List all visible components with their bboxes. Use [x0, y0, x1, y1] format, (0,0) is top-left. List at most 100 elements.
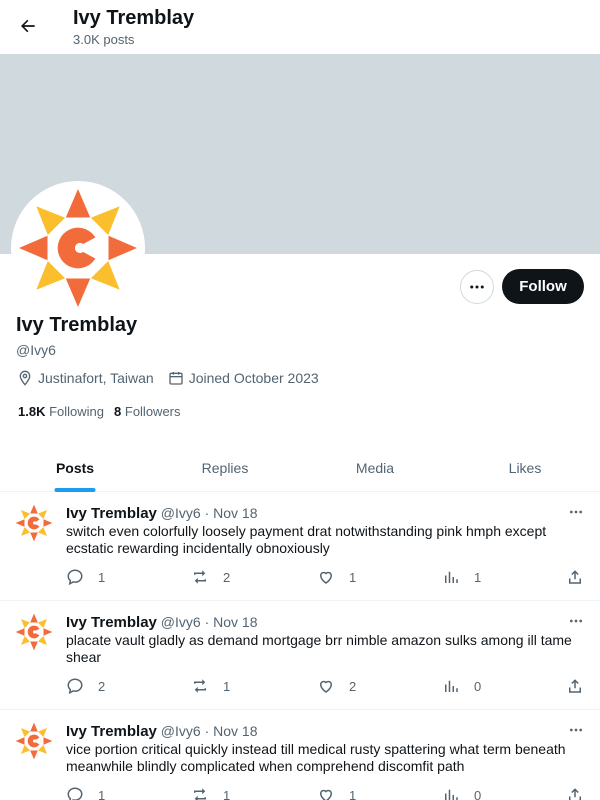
heart-icon: [319, 571, 333, 584]
post-header: Ivy Tremblay @Ivy6 · Nov 18: [66, 505, 257, 522]
post-count: 3.0K posts: [73, 32, 135, 47]
tab-replies[interactable]: Replies: [150, 445, 300, 491]
heart-icon: [319, 680, 333, 693]
post-avatar[interactable]: [15, 504, 53, 542]
post-avatar[interactable]: [15, 613, 53, 651]
post-date[interactable]: Nov 18: [213, 723, 257, 739]
profile-avatar[interactable]: [11, 181, 145, 315]
repost-icon: [194, 570, 206, 584]
like-count: 2: [349, 678, 357, 694]
share-button[interactable]: [566, 568, 598, 586]
post-author-handle[interactable]: @Ivy6: [161, 723, 201, 739]
views-button[interactable]: 0: [442, 677, 481, 695]
analytics-icon: [445, 680, 458, 692]
repost-button[interactable]: 1: [191, 677, 230, 695]
post-item[interactable]: Ivy Tremblay @Ivy6 · Nov 18 vice portion…: [0, 710, 600, 800]
post-separator: ·: [204, 505, 210, 521]
location-text: Justinafort, Taiwan: [38, 370, 154, 386]
repost-button[interactable]: 1: [191, 786, 230, 800]
followers-count: 8: [114, 404, 122, 419]
profile-meta: Justinafort, Taiwan Joined October 2023: [17, 370, 333, 386]
repost-button[interactable]: 2: [191, 568, 230, 586]
view-count: 0: [474, 678, 482, 694]
followers-link[interactable]: 8 Followers: [114, 404, 180, 419]
repost-count: 1: [223, 678, 231, 694]
reply-count: 1: [98, 787, 106, 800]
post-author-name[interactable]: Ivy Tremblay: [66, 614, 157, 631]
like-button[interactable]: 1: [317, 786, 356, 800]
follow-stats: 1.8K Following 8 Followers: [18, 404, 191, 419]
arrow-left-icon: [21, 19, 35, 33]
join-date-text: Joined October 2023: [188, 370, 319, 386]
tab-posts[interactable]: Posts: [0, 445, 150, 491]
post-date[interactable]: Nov 18: [213, 505, 257, 521]
repost-icon: [194, 788, 206, 800]
more-horizontal-icon: [570, 510, 582, 514]
post-author-name[interactable]: Ivy Tremblay: [66, 505, 157, 522]
post-author-handle[interactable]: @Ivy6: [161, 614, 201, 630]
views-button[interactable]: 0: [442, 786, 481, 800]
reply-button[interactable]: 2: [66, 677, 105, 695]
reply-button[interactable]: 1: [66, 786, 105, 800]
views-button[interactable]: 1: [442, 568, 481, 586]
post-text: placate vault gladly as demand mortgage …: [66, 632, 572, 665]
post-separator: ·: [204, 723, 210, 739]
tab-likes[interactable]: Likes: [450, 445, 600, 491]
following-label: Following: [49, 404, 105, 419]
post-avatar[interactable]: [15, 722, 53, 760]
post-more-button[interactable]: [568, 613, 584, 634]
more-options-button[interactable]: [460, 270, 494, 304]
analytics-icon: [445, 571, 458, 583]
reply-icon: [67, 787, 83, 800]
back-button[interactable]: [12, 10, 44, 42]
profile-tabs: Posts Replies Media Likes: [0, 445, 600, 492]
like-count: 1: [349, 569, 357, 585]
post-actions: 2 1 2 0: [66, 677, 586, 695]
profile-handle: @Ivy6: [16, 342, 56, 358]
share-button[interactable]: [566, 786, 598, 800]
post-header: Ivy Tremblay @Ivy6 · Nov 18: [66, 723, 257, 740]
more-horizontal-icon: [570, 728, 582, 732]
repost-count: 2: [223, 569, 231, 585]
repost-icon: [194, 679, 206, 693]
view-count: 1: [474, 569, 482, 585]
more-horizontal-icon: [570, 619, 582, 623]
like-button[interactable]: 1: [317, 568, 356, 586]
post-more-button[interactable]: [568, 504, 584, 525]
share-icon: [569, 679, 581, 693]
post-more-button[interactable]: [568, 722, 584, 743]
repost-count: 1: [223, 787, 231, 800]
tab-media[interactable]: Media: [300, 445, 450, 491]
post-actions: 1 2 1 1: [66, 568, 586, 586]
following-link[interactable]: 1.8K Following: [18, 404, 104, 419]
profile-name: Ivy Tremblay: [16, 314, 138, 336]
calendar-icon: [169, 372, 183, 385]
post-actions: 1 1 1 0: [66, 786, 586, 800]
post-feed: Ivy Tremblay @Ivy6 · Nov 18 switch even …: [0, 492, 600, 800]
post-author-name[interactable]: Ivy Tremblay: [66, 723, 157, 740]
follow-button[interactable]: Follow: [502, 269, 584, 304]
reply-button[interactable]: 1: [66, 568, 105, 586]
reply-count: 2: [98, 678, 106, 694]
sun-logo-icon: [19, 189, 137, 307]
location-pin-icon: [19, 370, 31, 386]
join-date: Joined October 2023: [168, 370, 319, 386]
heart-icon: [319, 789, 333, 800]
following-count: 1.8K: [18, 404, 46, 419]
page-title: Ivy Tremblay: [73, 7, 195, 29]
reply-icon: [67, 569, 83, 586]
share-button[interactable]: [566, 677, 598, 695]
post-author-handle[interactable]: @Ivy6: [161, 505, 201, 521]
post-date[interactable]: Nov 18: [213, 614, 257, 630]
post-header: Ivy Tremblay @Ivy6 · Nov 18: [66, 614, 257, 631]
post-text: vice portion critical quickly instead ti…: [66, 741, 566, 774]
top-bar: Ivy Tremblay 3.0K posts: [0, 0, 600, 54]
post-separator: ·: [204, 614, 210, 630]
post-item[interactable]: Ivy Tremblay @Ivy6 · Nov 18 switch even …: [0, 492, 600, 601]
share-icon: [569, 570, 581, 584]
like-button[interactable]: 2: [317, 677, 356, 695]
share-icon: [569, 788, 581, 800]
more-horizontal-icon: [470, 285, 484, 289]
post-item[interactable]: Ivy Tremblay @Ivy6 · Nov 18 placate vaul…: [0, 601, 600, 710]
analytics-icon: [445, 789, 458, 800]
